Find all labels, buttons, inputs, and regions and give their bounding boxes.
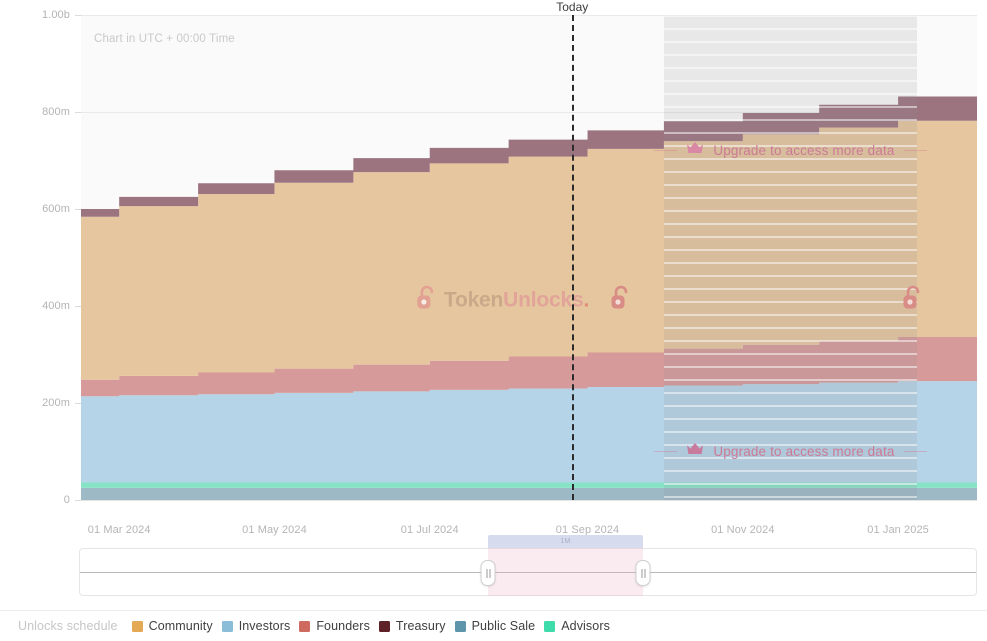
chart-area: 0 200m 400m 600m 800m 1.00b Upgrade to access… <box>0 0 987 610</box>
utc-note: Chart in UTC + 00:00 Time <box>94 33 235 45</box>
area-series-community <box>81 120 977 380</box>
upgrade-cta-top[interactable]: Upgrade to access more data <box>653 141 927 159</box>
x-axis-tick-label: 01 Jan 2025 <box>867 524 929 536</box>
area-series-svg <box>81 96 977 500</box>
area-series-public-sale <box>81 487 977 500</box>
chart-legend: Unlocks schedule Community Investors Found… <box>0 610 987 641</box>
legend-swatch <box>221 620 233 632</box>
legend-item-label: Treasury <box>395 619 446 633</box>
slider-range-label: 1M <box>560 538 571 545</box>
legend-item-label: Community <box>148 619 213 633</box>
legend-item-label: Public Sale <box>471 619 536 633</box>
legend-swatch <box>299 620 311 632</box>
upgrade-rule-left <box>653 450 678 452</box>
upgrade-label: Upgrade to access more data <box>713 142 895 158</box>
slider-selected-range[interactable]: 1M <box>488 535 643 596</box>
legend-title: Unlocks schedule <box>18 619 118 633</box>
x-axis-tick-label: 01 Nov 2024 <box>711 524 775 536</box>
legend-item-public-sale[interactable]: Public Sale <box>454 619 536 633</box>
y-axis-tick-label: 200m <box>42 397 70 409</box>
x-axis-tick-label: 01 Mar 2024 <box>87 524 151 536</box>
x-axis-tick-label: 01 May 2024 <box>242 524 307 536</box>
token-unlock-chart-page: 0 200m 400m 600m 800m 1.00b Upgrade to access… <box>0 0 987 641</box>
legend-item-label: Founders <box>316 619 370 633</box>
today-marker-label: Today <box>556 0 589 14</box>
legend-item-advisors[interactable]: Advisors <box>544 619 610 633</box>
slider-handle-left[interactable] <box>480 560 496 586</box>
y-axis-tick-label: 0 <box>63 494 70 506</box>
legend-item-treasury[interactable]: Treasury <box>378 619 446 633</box>
upgrade-rule-left <box>653 149 678 151</box>
legend-swatch <box>454 620 466 632</box>
upgrade-cta-bottom[interactable]: Upgrade to access more data <box>653 442 927 460</box>
y-axis-tick-label: 1.00b <box>41 9 70 21</box>
upgrade-rule-right <box>903 149 927 151</box>
stacked-area-plot <box>81 15 977 500</box>
x-axis-tick-label: 01 Jul 2024 <box>400 524 459 536</box>
y-axis-tick-label: 800m <box>42 106 70 118</box>
crown-icon <box>686 442 704 460</box>
legend-item-label: Investors <box>238 619 291 633</box>
area-series-advisors <box>81 482 977 488</box>
legend-swatch <box>544 620 556 632</box>
area-series-investors <box>81 381 977 483</box>
legend-item-label: Advisors <box>561 619 610 633</box>
legend-item-community[interactable]: Community <box>131 619 213 633</box>
legend-swatch <box>378 620 390 632</box>
range-slider[interactable]: 1M <box>79 535 977 596</box>
today-marker-line <box>572 15 575 500</box>
legend-item-investors[interactable]: Investors <box>221 619 291 633</box>
legend-items: Community Investors Founders Treasury Public… <box>131 619 619 633</box>
legend-swatch <box>131 620 143 632</box>
crown-icon <box>686 141 704 159</box>
x-axis-baseline <box>81 500 977 501</box>
legend-item-founders[interactable]: Founders <box>299 619 370 633</box>
y-axis-tick-label: 400m <box>42 300 70 312</box>
slider-range-tab: 1M <box>488 535 643 548</box>
slider-handle-right[interactable] <box>635 560 651 586</box>
y-axis-tick-label: 600m <box>42 203 70 215</box>
series-layers <box>81 15 977 500</box>
upgrade-label: Upgrade to access more data <box>713 443 895 459</box>
upgrade-rule-right <box>903 450 927 452</box>
